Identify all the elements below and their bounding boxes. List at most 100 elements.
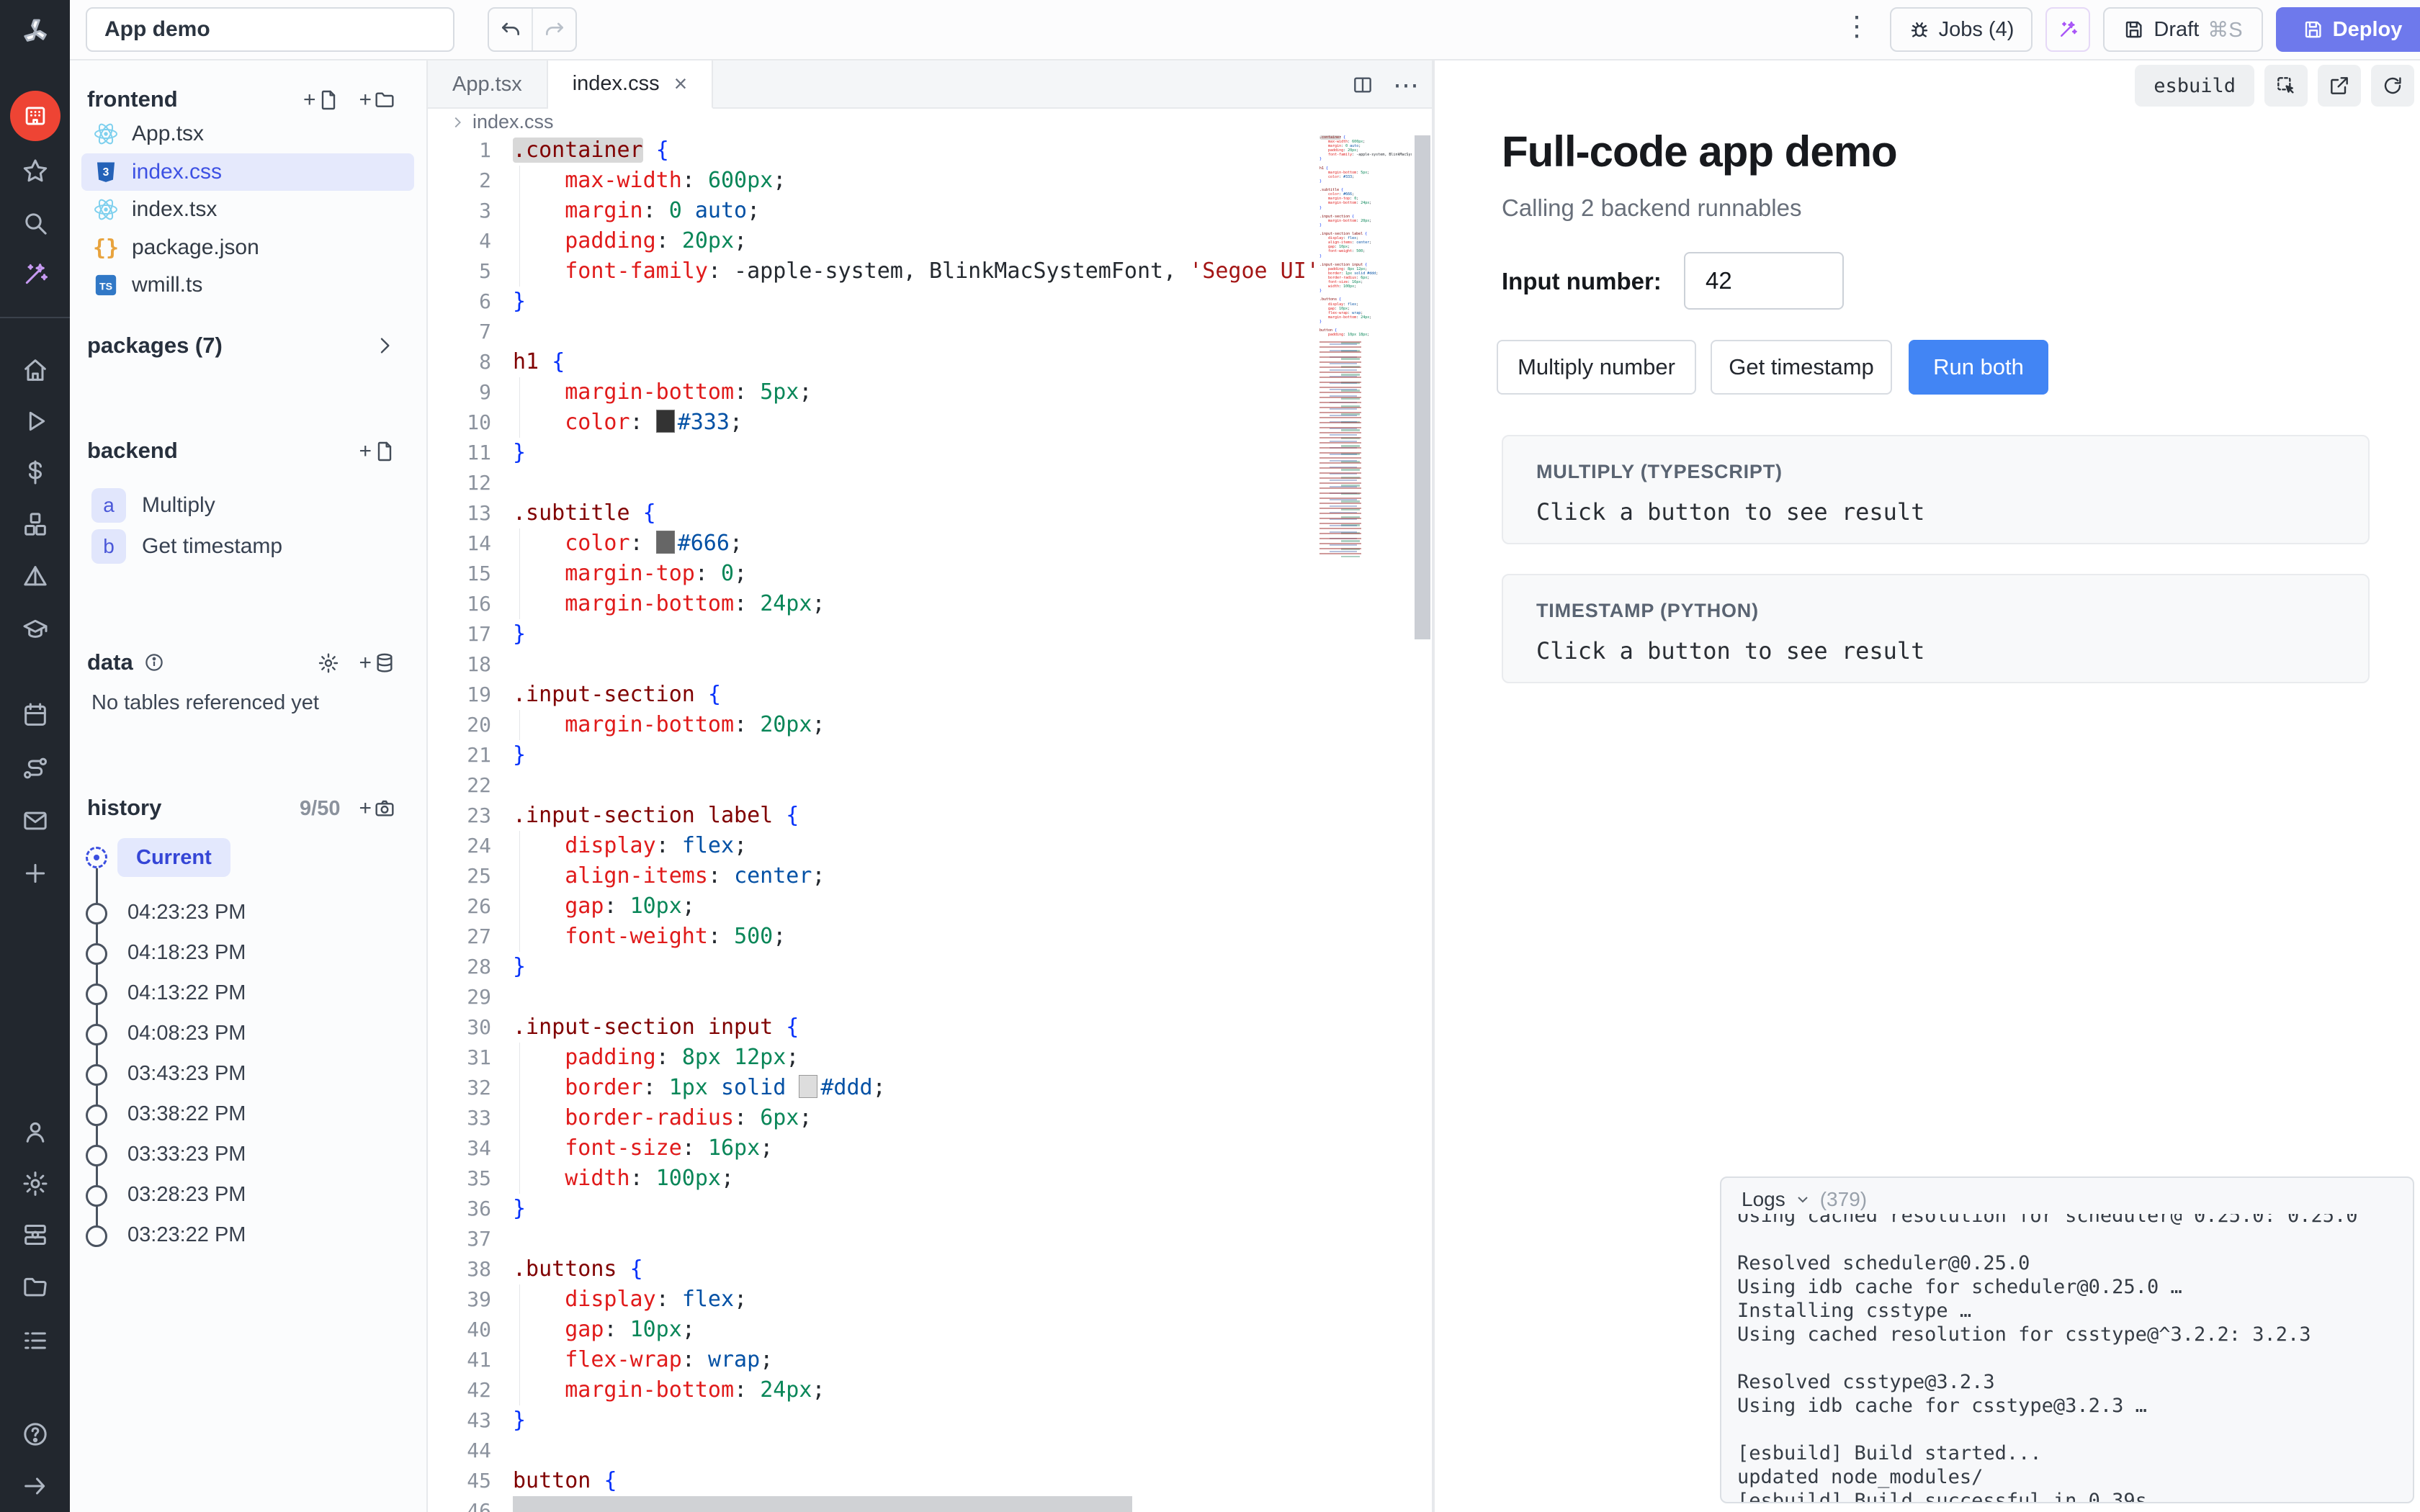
billing-icon[interactable] xyxy=(18,455,53,490)
code-line[interactable]: 7 xyxy=(428,317,1318,347)
code-line[interactable]: 1.container { xyxy=(428,135,1318,166)
history-node-icon[interactable] xyxy=(86,903,107,924)
number-input[interactable] xyxy=(1684,252,1844,310)
code-line[interactable]: 9 margin-bottom: 5px; xyxy=(428,377,1318,408)
code-line[interactable]: 3 margin: 0 auto; xyxy=(428,196,1318,226)
history-node-icon[interactable] xyxy=(86,1104,107,1126)
split-editor-icon[interactable] xyxy=(1351,73,1374,96)
code-line[interactable]: 6} xyxy=(428,287,1318,317)
code-line[interactable]: 25 align-items: center; xyxy=(428,861,1318,891)
undo-button[interactable] xyxy=(489,9,532,50)
ai-assistant-button[interactable] xyxy=(2045,7,2090,52)
code-line[interactable]: 40 gap: 10px; xyxy=(428,1315,1318,1345)
code-line[interactable]: 14 color: #666; xyxy=(428,528,1318,559)
data-settings-button[interactable] xyxy=(317,651,340,675)
code-line[interactable]: 13.subtitle { xyxy=(428,498,1318,528)
code-line[interactable]: 23.input-section label { xyxy=(428,801,1318,831)
add-table-button[interactable]: + xyxy=(359,651,396,675)
code-area[interactable]: 1.container {2 max-width: 600px;3 margin… xyxy=(428,135,1318,1512)
refresh-button[interactable] xyxy=(2371,65,2414,107)
select-element-button[interactable] xyxy=(2264,65,2308,107)
packages-section[interactable]: packages (7) xyxy=(87,333,223,359)
file-item-index.css[interactable]: 3index.css xyxy=(81,153,414,191)
minimap[interactable]: .container { max-width: 600px; margin: 0… xyxy=(1319,135,1412,1512)
scrollbar-thumb[interactable] xyxy=(1415,135,1430,639)
expand-rail-icon[interactable] xyxy=(18,1469,53,1503)
code-line[interactable]: 30.input-section input { xyxy=(428,1012,1318,1043)
ai-wand-icon[interactable] xyxy=(18,257,53,292)
history-node-icon[interactable] xyxy=(86,984,107,1005)
code-line[interactable]: 10 color: #333; xyxy=(428,408,1318,438)
code-line[interactable]: 41 flex-wrap: wrap; xyxy=(428,1345,1318,1375)
editor-scrollbar[interactable] xyxy=(1413,135,1432,1512)
logs-header[interactable]: Logs (379) xyxy=(1742,1188,1867,1211)
code-line[interactable]: 34 font-size: 16px; xyxy=(428,1133,1318,1164)
more-menu-button[interactable]: ⋮ xyxy=(1843,10,1869,42)
code-line[interactable]: 27 font-weight: 500; xyxy=(428,922,1318,952)
favorites-icon[interactable] xyxy=(18,154,53,189)
code-line[interactable]: 24 display: flex; xyxy=(428,831,1318,861)
code-line[interactable]: 35 width: 100px; xyxy=(428,1164,1318,1194)
deploy-button[interactable]: Deploy xyxy=(2276,7,2420,52)
history-current-badge[interactable]: Current xyxy=(117,838,230,877)
code-line[interactable]: 45button { xyxy=(428,1466,1318,1496)
history-node-icon[interactable] xyxy=(86,1064,107,1086)
history-node-icon[interactable] xyxy=(86,943,107,965)
code-line[interactable]: 31 padding: 8px 12px; xyxy=(428,1043,1318,1073)
code-line[interactable]: 36} xyxy=(428,1194,1318,1224)
code-line[interactable]: 28} xyxy=(428,952,1318,982)
code-line[interactable]: 17} xyxy=(428,619,1318,649)
history-entry[interactable]: 03:33:23 PM xyxy=(127,1143,246,1166)
history-node-icon[interactable] xyxy=(86,1225,107,1247)
variables-icon[interactable] xyxy=(18,559,53,594)
logs-panel[interactable]: Logs (379) Using cached resolution for s… xyxy=(1720,1176,2414,1503)
code-line[interactable]: 12 xyxy=(428,468,1318,498)
close-tab-icon[interactable]: × xyxy=(674,71,688,97)
file-item-App.tsx[interactable]: App.tsx xyxy=(81,115,414,153)
code-line[interactable]: 32 border: 1px solid #ddd; xyxy=(428,1073,1318,1103)
settings-icon[interactable] xyxy=(18,1166,53,1201)
history-entry[interactable]: 04:13:22 PM xyxy=(127,981,246,1005)
tab-index-css[interactable]: index.css × xyxy=(548,60,714,109)
code-line[interactable]: 42 margin-bottom: 24px; xyxy=(428,1375,1318,1405)
code-line[interactable]: 43} xyxy=(428,1405,1318,1436)
history-entry[interactable]: 03:38:22 PM xyxy=(127,1102,246,1126)
packages-expand-chevron[interactable] xyxy=(373,334,396,357)
jobs-button[interactable]: Jobs (4) xyxy=(1890,7,2033,52)
history-entry[interactable]: 04:08:23 PM xyxy=(127,1022,246,1045)
code-line[interactable]: 21} xyxy=(428,740,1318,770)
routes-icon[interactable] xyxy=(18,751,53,786)
get-timestamp-button[interactable]: Get timestamp xyxy=(1711,340,1892,395)
help-icon[interactable] xyxy=(18,1417,53,1452)
code-line[interactable]: 15 margin-top: 0; xyxy=(428,559,1318,589)
redo-button[interactable] xyxy=(532,9,575,50)
code-line[interactable]: 16 margin-bottom: 24px; xyxy=(428,589,1318,619)
workers-icon[interactable] xyxy=(18,1218,53,1252)
new-folder-button[interactable]: + xyxy=(359,88,396,112)
new-runnable-button[interactable]: + xyxy=(359,439,396,464)
multiply-number-button[interactable]: Multiply number xyxy=(1497,340,1696,395)
search-icon[interactable] xyxy=(18,206,53,240)
code-line[interactable]: 38.buttons { xyxy=(428,1254,1318,1284)
code-line[interactable]: 22 xyxy=(428,770,1318,801)
code-line[interactable]: 8h1 { xyxy=(428,347,1318,377)
file-item-index.tsx[interactable]: index.tsx xyxy=(81,191,414,228)
mail-icon[interactable] xyxy=(18,804,53,838)
code-line[interactable]: 19.input-section { xyxy=(428,680,1318,710)
open-external-button[interactable] xyxy=(2318,65,2361,107)
code-line[interactable]: 46 padding: 10px 18px; xyxy=(428,1496,1318,1512)
new-file-button[interactable]: + xyxy=(303,88,341,112)
folders-icon[interactable] xyxy=(18,1270,53,1305)
history-entry[interactable]: 04:18:23 PM xyxy=(127,941,246,965)
snapshot-button[interactable]: + xyxy=(359,796,396,821)
file-item-wmill.ts[interactable]: TSwmill.ts xyxy=(81,266,414,304)
code-line[interactable]: 26 gap: 10px; xyxy=(428,891,1318,922)
draft-button[interactable]: Draft ⌘S xyxy=(2103,7,2263,52)
code-line[interactable]: 5 font-family: -apple-system, BlinkMacSy… xyxy=(428,256,1318,287)
history-node-icon[interactable] xyxy=(86,1024,107,1045)
code-line[interactable]: 18 xyxy=(428,649,1318,680)
code-line[interactable]: 11} xyxy=(428,438,1318,468)
apps-icon[interactable] xyxy=(10,91,60,141)
code-line[interactable]: 44 xyxy=(428,1436,1318,1466)
history-entry[interactable]: 04:23:23 PM xyxy=(127,901,246,924)
